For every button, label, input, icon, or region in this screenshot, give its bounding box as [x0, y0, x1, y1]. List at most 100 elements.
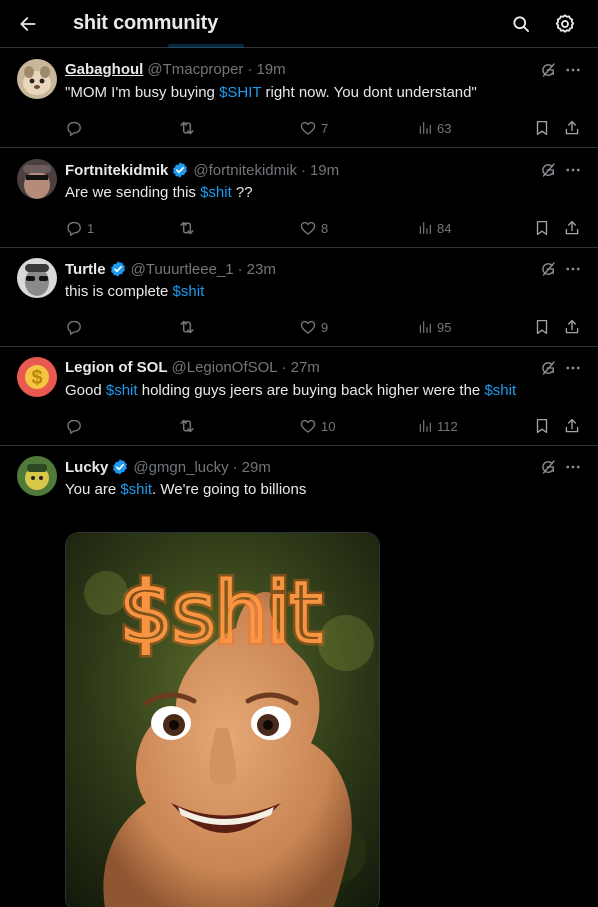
bookmark-button[interactable] [533, 217, 551, 239]
grok-button[interactable] [537, 357, 559, 379]
repost-button[interactable] [177, 117, 201, 139]
post-header: Turtle @Tuuurtleee_1 · 23m [65, 260, 276, 278]
like-button[interactable]: 9 [299, 316, 328, 338]
bookmark-button[interactable] [533, 316, 551, 338]
cashtag-link[interactable]: $shit [120, 481, 152, 498]
media-neon-glow: $shit [120, 566, 322, 661]
avatar[interactable]: $ [17, 357, 57, 397]
avatar[interactable] [17, 456, 57, 496]
action-bar: 10 112 [65, 415, 587, 437]
display-name[interactable]: Gabaghoul [65, 61, 143, 78]
like-button[interactable]: 8 [299, 217, 328, 239]
reply-icon [65, 219, 83, 237]
reply-icon [65, 318, 83, 336]
post-item[interactable]: Gabaghoul @Tmacproper · 19m "MOM I'm bus… [0, 49, 598, 148]
share-icon [563, 219, 581, 237]
bookmark-icon [533, 219, 551, 237]
more-button[interactable] [562, 59, 584, 81]
share-button[interactable] [563, 415, 581, 437]
grok-button[interactable] [537, 59, 559, 81]
action-bar: 9 95 [65, 316, 587, 338]
reply-button[interactable]: 1 [65, 217, 94, 239]
post-item[interactable]: Turtle @Tuuurtleee_1 · 23m this is compl… [0, 248, 598, 347]
views-icon [417, 418, 433, 434]
share-button[interactable] [563, 117, 581, 139]
bookmark-button[interactable] [533, 117, 551, 139]
more-button[interactable] [562, 456, 584, 478]
grok-icon [539, 359, 557, 377]
user-handle[interactable]: @gmgn_lucky [133, 459, 228, 476]
post-header: Fortnitekidmik @fortnitekidmik · 19m [65, 161, 339, 179]
repost-button[interactable] [177, 316, 201, 338]
grok-icon [539, 260, 557, 278]
post-time[interactable]: 27m [291, 359, 320, 376]
user-handle[interactable]: @Tuuurtleee_1 [131, 261, 234, 278]
avatar[interactable] [17, 59, 57, 99]
gear-icon [555, 14, 575, 33]
display-name[interactable]: Lucky [65, 459, 108, 476]
grok-button[interactable] [537, 258, 559, 280]
view-count: 63 [437, 120, 452, 136]
cashtag-link[interactable]: $shit [200, 184, 232, 201]
repost-button[interactable] [177, 217, 201, 239]
reply-button[interactable] [65, 415, 87, 437]
repost-icon [177, 416, 197, 436]
post-time[interactable]: 19m [310, 162, 339, 179]
cashtag-link[interactable]: $shit [106, 382, 138, 399]
user-handle[interactable]: @Tmacproper [147, 61, 243, 78]
share-icon [563, 119, 581, 137]
display-name[interactable]: Fortnitekidmik [65, 162, 168, 179]
post-text: "MOM I'm busy buying $SHIT right now. Yo… [65, 84, 477, 101]
grok-button[interactable] [537, 159, 559, 181]
user-handle[interactable]: @fortnitekidmik [193, 162, 297, 179]
more-icon [564, 359, 582, 377]
views-button[interactable]: 84 [417, 217, 451, 239]
view-count: 95 [437, 319, 452, 335]
post-item[interactable]: $ Legion of SOL @LegionOfSOL · 27m Good … [0, 347, 598, 446]
repost-button[interactable] [177, 415, 201, 437]
cashtag-link[interactable]: $shit [484, 382, 516, 399]
display-name[interactable]: Turtle [65, 261, 106, 278]
view-count: 84 [437, 220, 452, 236]
back-button[interactable] [14, 10, 42, 38]
search-button[interactable] [507, 10, 535, 38]
post-item[interactable]: Lucky @gmgn_lucky · 29m You are $shit. W… [0, 446, 598, 907]
reply-button[interactable] [65, 117, 87, 139]
grok-button[interactable] [537, 456, 559, 478]
post-image[interactable]: $shit $shit [65, 532, 380, 907]
post-time[interactable]: 23m [247, 261, 276, 278]
view-count: 112 [437, 418, 458, 434]
post-header: Lucky @gmgn_lucky · 29m [65, 458, 271, 476]
display-name[interactable]: Legion of SOL [65, 359, 168, 376]
more-button[interactable] [562, 258, 584, 280]
user-handle[interactable]: @LegionOfSOL [172, 359, 278, 376]
avatar[interactable] [17, 159, 57, 199]
views-button[interactable]: 63 [417, 117, 451, 139]
post-text: Good $shit holding guys jeers are buying… [65, 382, 517, 399]
views-button[interactable]: 95 [417, 316, 451, 338]
settings-button[interactable] [551, 10, 579, 38]
grok-icon [539, 61, 557, 79]
post-text: You are $shit. We're going to billions [65, 481, 307, 498]
post-item[interactable]: Fortnitekidmik @fortnitekidmik · 19m Are… [0, 149, 598, 248]
reply-button[interactable] [65, 316, 87, 338]
separator: · [232, 458, 238, 476]
search-icon [513, 16, 529, 32]
like-count: 10 [321, 418, 336, 434]
share-button[interactable] [563, 217, 581, 239]
heart-icon [299, 318, 317, 336]
cashtag-link[interactable]: $shit [173, 283, 205, 300]
more-button[interactable] [562, 357, 584, 379]
views-button[interactable]: 112 [417, 415, 458, 437]
cashtag-link[interactable]: $SHIT [219, 84, 261, 101]
avatar[interactable] [17, 258, 57, 298]
post-time[interactable]: 29m [242, 459, 271, 476]
like-button[interactable]: 10 [299, 415, 335, 437]
more-icon [564, 61, 582, 79]
post-time[interactable]: 19m [256, 61, 285, 78]
share-button[interactable] [563, 316, 581, 338]
more-button[interactable] [562, 159, 584, 181]
like-button[interactable]: 7 [299, 117, 328, 139]
bookmark-button[interactable] [533, 415, 551, 437]
like-count: 8 [321, 220, 329, 236]
